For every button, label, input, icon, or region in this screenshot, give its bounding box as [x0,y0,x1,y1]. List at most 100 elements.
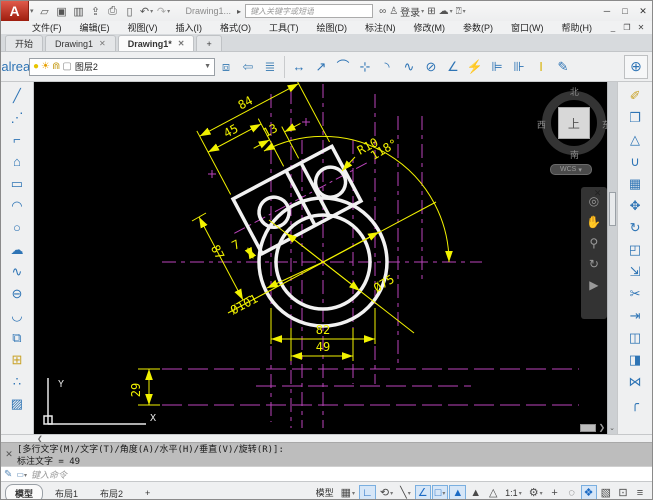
open-icon[interactable]: ▱ [37,3,53,19]
ortho-icon[interactable]: ∟ [359,485,376,500]
insert-block-icon[interactable]: ⧉ [6,326,28,348]
join-icon[interactable]: ⋈ [624,370,646,392]
polyline-icon[interactable]: ⌐ [6,128,28,150]
viewcube-west[interactable]: 西 [537,118,546,131]
dim-radius-icon[interactable]: ◝ [376,55,398,79]
revision-cloud-icon[interactable]: ☁ [6,238,28,260]
menu-draw[interactable]: 绘图(D) [308,21,357,34]
layer-previous-icon[interactable]: ⇦ [237,56,259,78]
workspace-gear-icon[interactable]: ⚙▾ [526,485,546,500]
horizontal-scrollbar[interactable]: ❯ [580,423,605,432]
isolate-objects-icon[interactable]: ◌ [564,485,580,500]
plus-icon[interactable]: + [547,485,563,500]
scale-value[interactable]: 1:1▾ [502,485,525,500]
arc-icon[interactable]: ◠ [6,194,28,216]
layout-tab-layout1[interactable]: 布局1 [45,484,88,500]
dim-angular-icon[interactable]: ∠ [442,55,464,79]
annotation-scale-icon[interactable]: △ [485,485,501,500]
pan-hand-icon[interactable]: ✋ [586,216,601,228]
wcs-dropdown[interactable]: WCS ▾ [550,164,592,175]
quick-dimension-icon[interactable]: ⚡ [464,55,486,79]
object-snap-icon[interactable]: □▾ [432,485,449,500]
annotation-visibility-icon[interactable]: ▲ [449,485,466,500]
tab-start[interactable]: 开始 [5,35,43,51]
dim-jogged-icon[interactable]: ∿ [398,55,420,79]
zoom-icon[interactable]: ⚲ [590,237,599,249]
menu-window[interactable]: 窗口(W) [502,21,553,34]
app-logo[interactable]: A [1,1,29,21]
dim-linear-icon[interactable]: ↔ [288,55,310,79]
tab-new-plus[interactable]: + [196,35,221,51]
h-scroll-right-arrow-icon[interactable]: ❯ [598,423,605,432]
fullscreen-icon[interactable]: ⊡ [615,485,631,500]
make-block-icon[interactable]: ⊞ [6,348,28,370]
layer-combo[interactable]: ●☀⋒▢ 图层2 ▼ [29,58,215,76]
command-input[interactable]: ✎ ▭▾ 键入命令 [1,466,652,481]
publish-icon[interactable]: ⇪ [88,3,104,19]
break-icon[interactable]: ◨ [624,348,646,370]
dim-arc-length-icon[interactable]: ⌒ [332,55,354,79]
minimize-button[interactable]: ─ [598,3,616,19]
search-input[interactable]: 键入关键字或短语 [245,4,373,18]
dim-edit-icon[interactable]: I [530,55,552,79]
title-arrow-icon[interactable]: ▸ [237,7,241,16]
drawing-canvas[interactable]: 84 45 13 7 [34,82,607,434]
extend-icon[interactable]: ⇥ [624,304,646,326]
status-menu-icon[interactable]: ≡ [632,485,648,500]
stretch-icon[interactable]: ⇲ [624,260,646,282]
construction-line-icon[interactable]: ⋰ [6,106,28,128]
signin-user-icon[interactable]: ♙登录▾ [389,4,424,19]
offset-icon[interactable]: ∪ [624,150,646,172]
maximize-button[interactable]: □ [616,3,634,19]
menu-parametric[interactable]: 参数(P) [454,21,502,34]
undo-icon[interactable]: ↶▾ [139,3,155,19]
save-icon[interactable]: ▣ [54,3,70,19]
clean-screen-image-icon[interactable]: ▧ [598,485,614,500]
layer-combo-caret-icon[interactable]: ▼ [204,63,211,70]
layout-tab-layout2[interactable]: 布局2 [90,484,133,500]
menu-edit[interactable]: 编辑(E) [71,21,119,34]
tab-drawing1[interactable]: Drawing1✕ [45,35,116,51]
spline-icon[interactable]: ∿ [6,260,28,282]
orbit-icon[interactable]: ↻ [589,258,599,270]
h-scroll-thumb[interactable] [580,424,596,432]
menu-modify[interactable]: 修改(M) [405,21,455,34]
array-icon[interactable]: ▦ [624,172,646,194]
store-cart-icon[interactable]: ⊞ [427,6,435,17]
command-customize-icon[interactable]: ✎ [4,469,12,480]
layout-tab-model[interactable]: 模型 [5,484,43,500]
make-object-layer-current-icon[interactable]: ⧈ [215,56,237,78]
viewcube-north[interactable]: 北 [570,85,579,98]
grid-icon[interactable]: ▦▾ [338,485,358,500]
apps-cloud-icon[interactable]: ☁▾ [439,6,453,17]
dim-ordinate-icon[interactable]: ⊹ [354,55,376,79]
new-drawing-icon[interactable]: ▯ [122,3,138,19]
menu-insert[interactable]: 插入(I) [167,21,212,34]
break-at-point-icon[interactable]: ◫ [624,326,646,348]
close-button[interactable]: ✕ [634,3,652,19]
print-icon[interactable]: ⎙ [105,3,121,19]
menu-file[interactable]: 文件(F) [23,21,71,34]
dim-aligned-icon[interactable]: ↗ [310,55,332,79]
rotate-icon[interactable]: ↻ [624,216,646,238]
dim-baseline-icon[interactable]: ⊫ [486,55,508,79]
fillet-icon[interactable]: ╭ [624,392,646,414]
model-space-toggle[interactable]: 模型 [313,485,337,500]
copy-icon[interactable]: ❐ [624,106,646,128]
mirror-icon[interactable]: △ [624,128,646,150]
erase-icon[interactable]: ✐ [624,84,646,106]
layer-manager-icon[interactable]: ≣ [259,56,281,78]
vertical-scrollbar[interactable]: ⌄ [607,82,617,434]
circle-icon[interactable]: ○ [6,216,28,238]
polar-tracking-icon[interactable]: ⟲▾ [377,485,396,500]
v-scroll-thumb[interactable] [609,192,616,226]
dim-continue-icon[interactable]: ⊪ [508,55,530,79]
navbar-close-icon[interactable]: ✕ [594,188,602,199]
dim-diameter-icon[interactable]: ⊘ [420,55,442,79]
layout-tab-new[interactable]: + [135,485,160,500]
showmotion-icon[interactable]: ▶ [589,279,598,291]
autoscale-icon[interactable]: ▲ [467,485,484,500]
dim-text-edit-icon[interactable]: ✎ [552,55,574,79]
tab-drawing1-star[interactable]: Drawing1*✕ [118,35,195,51]
hardware-acceleration-icon[interactable]: ❖ [581,485,597,500]
